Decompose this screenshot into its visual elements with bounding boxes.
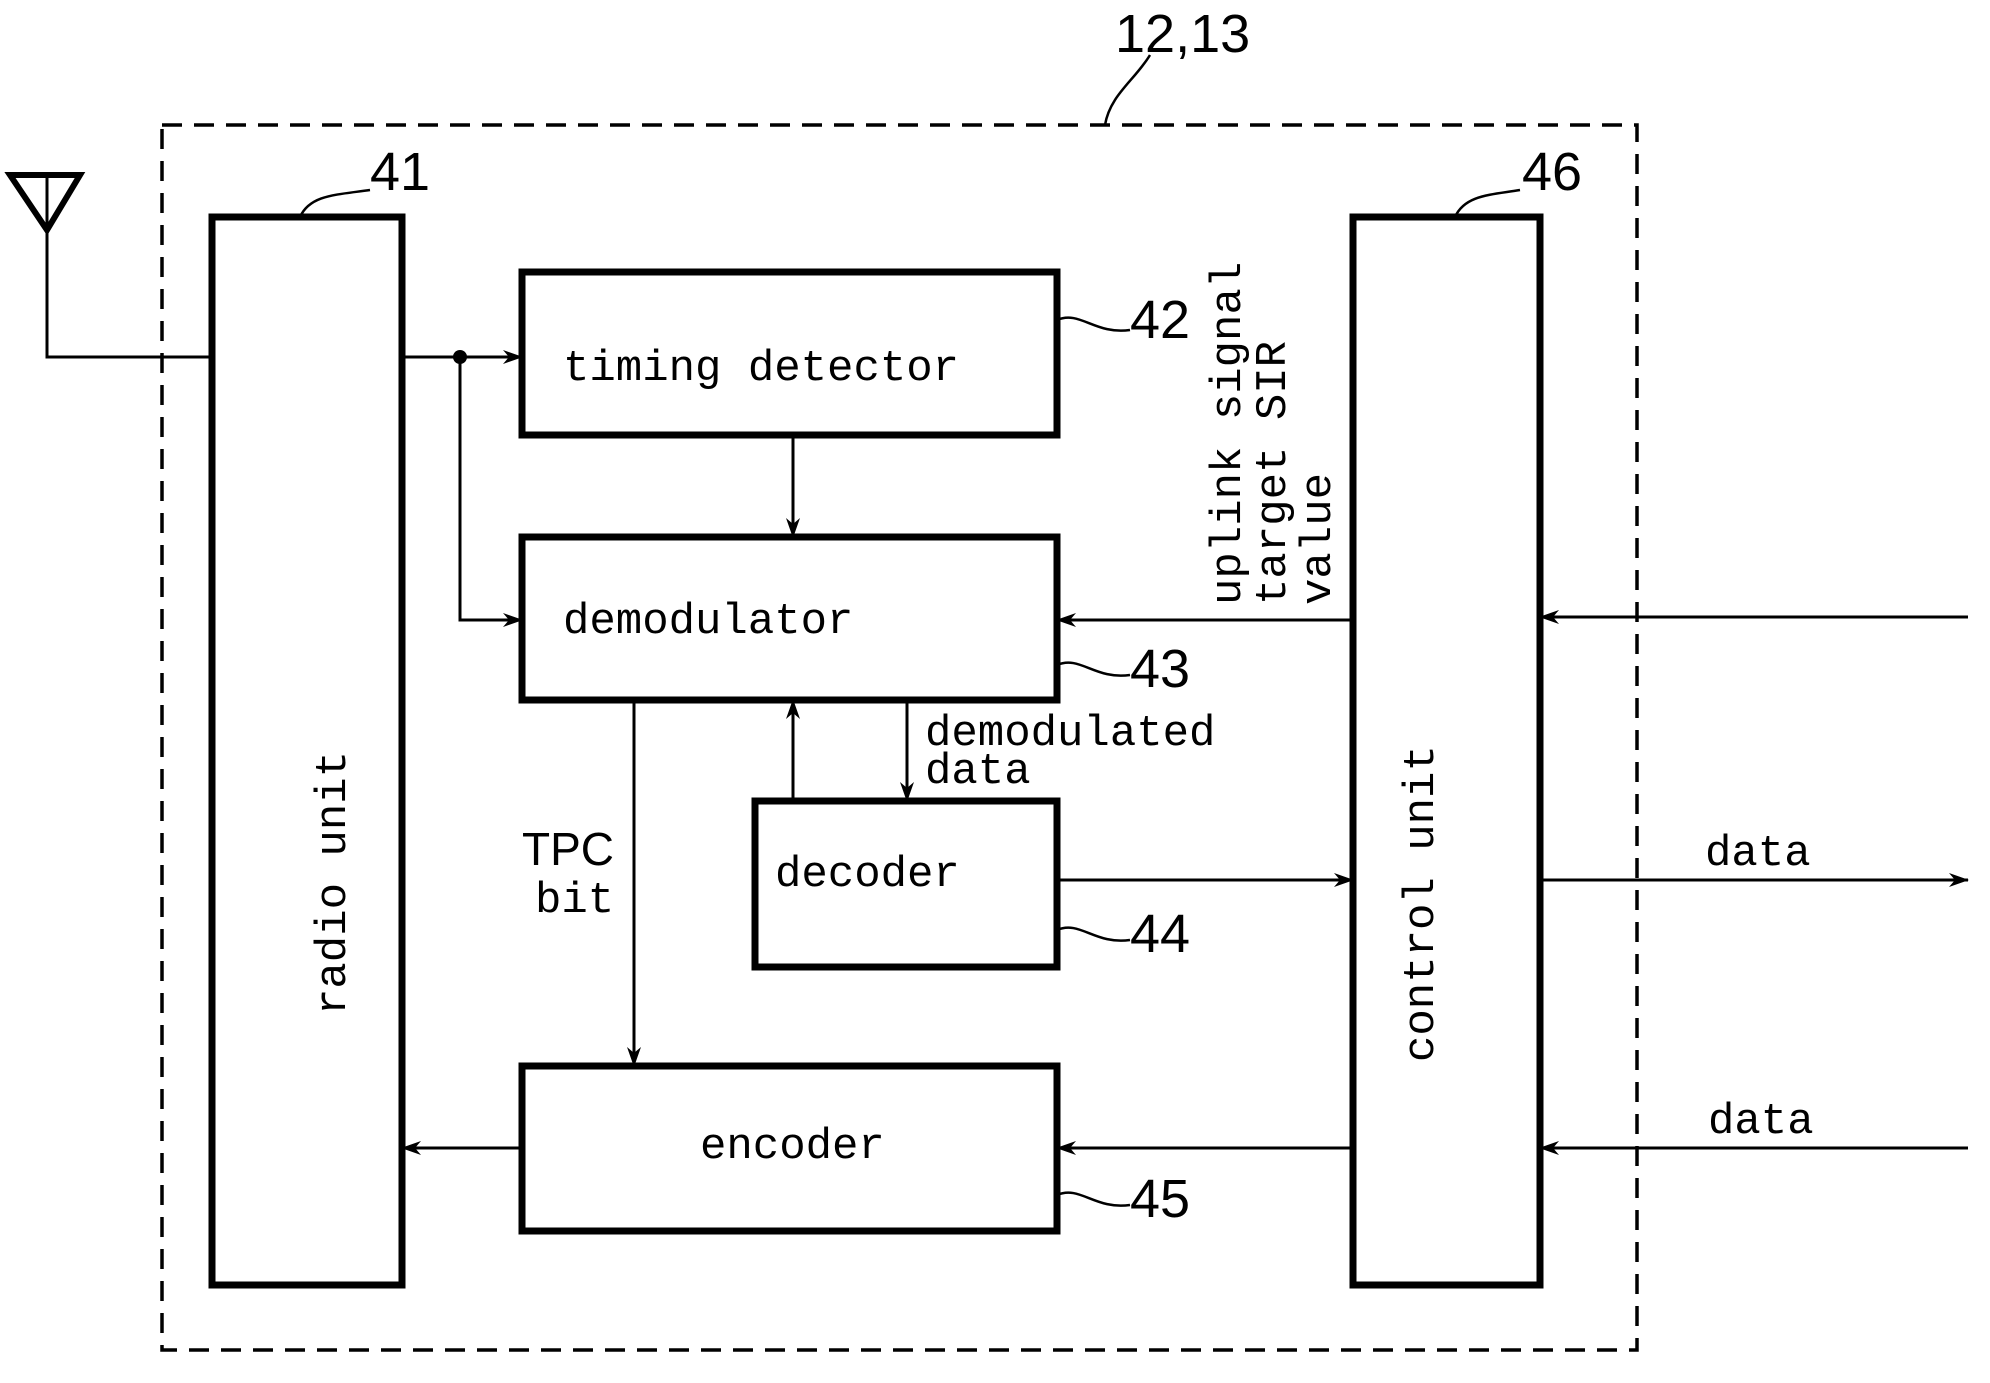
encoder-ref-leader	[1056, 1191, 1131, 1207]
antenna-icon	[4, 172, 86, 236]
encoder-block: encoder	[518, 1062, 1061, 1235]
svg-text:data: data	[925, 747, 1031, 797]
demodulator-label: demodulator	[563, 597, 853, 647]
decoder-block: decoder	[751, 797, 1061, 971]
data-in-label: data	[1708, 1097, 1814, 1147]
radio-unit-block: radio unit	[208, 213, 406, 1289]
demodulator-ref-leader	[1056, 661, 1131, 677]
timing-detector-label: timing detector	[563, 344, 959, 394]
timing-detector-block: timing detector	[518, 268, 1061, 439]
svg-text:value: value	[1294, 473, 1344, 605]
decoder-label: decoder	[775, 850, 960, 900]
control-unit-ref: 46	[1522, 142, 1582, 202]
demodulator-ref: 43	[1130, 639, 1190, 699]
demodulated-data-label: demodulated data	[925, 709, 1215, 797]
antenna-wire	[45, 230, 212, 359]
encoder-ref: 45	[1130, 1169, 1190, 1229]
decoder-ref-leader	[1056, 926, 1131, 942]
data-out-label: data	[1705, 829, 1811, 879]
enclosure-ref-leader	[1103, 54, 1152, 126]
control-unit-label: control unit	[1397, 745, 1447, 1062]
radio-unit-label: radio unit	[309, 751, 359, 1015]
enclosure-ref: 12,13	[1115, 4, 1250, 64]
encoder-label: encoder	[700, 1122, 885, 1172]
svg-text:bit: bit	[535, 876, 614, 926]
demodulator-block: demodulator	[518, 533, 1061, 704]
block-diagram: 12,13 radio unit 41 timing detector 42 d…	[4, 4, 1969, 1352]
sir-signal-label: uplink signal target SIR value	[1204, 262, 1344, 605]
tpc-bit-label: TPC bit	[522, 823, 614, 926]
svg-text:uplink signal: uplink signal	[1204, 262, 1254, 605]
svg-text:TPC: TPC	[522, 823, 614, 875]
control-unit-ref-leader	[1453, 188, 1521, 218]
decoder-ref: 44	[1130, 904, 1190, 964]
control-unit-block: control unit	[1349, 213, 1544, 1289]
timing-detector-ref-leader	[1056, 316, 1131, 332]
radio-to-demod-wire	[458, 357, 523, 627]
radio-unit-ref-leader	[298, 188, 371, 218]
timing-detector-ref: 42	[1130, 290, 1190, 350]
radio-unit-ref: 41	[370, 142, 430, 202]
svg-text:target SIR: target SIR	[1249, 341, 1299, 605]
